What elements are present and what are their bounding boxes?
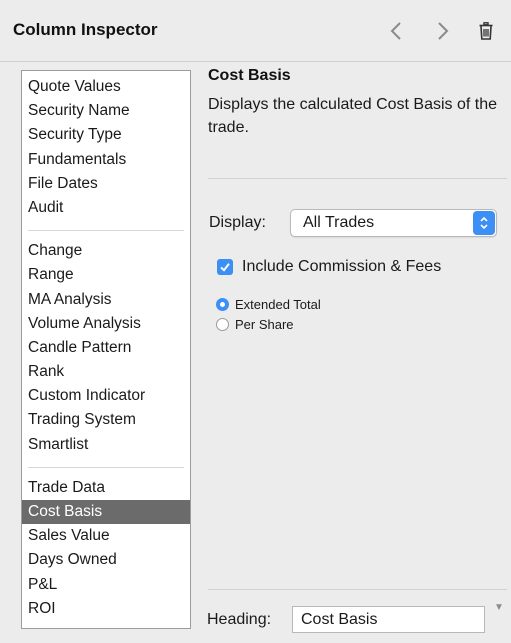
list-divider (28, 466, 184, 468)
list-item[interactable]: Rank (22, 360, 190, 384)
list-item[interactable]: Trading System (22, 408, 190, 432)
list-divider (28, 230, 184, 232)
divider (208, 178, 507, 179)
column-description: Displays the calculated Cost Basis of th… (208, 96, 498, 136)
list-item[interactable]: Audit (22, 196, 190, 220)
divider (208, 589, 507, 590)
list-item[interactable]: Quote Values (22, 75, 190, 99)
radio-extended-total[interactable]: Extended Total (216, 297, 321, 312)
list-item[interactable]: Range (22, 263, 190, 287)
chevron-left-icon[interactable] (381, 14, 411, 48)
window-title: Column Inspector (13, 20, 158, 39)
list-item[interactable]: ROI (22, 597, 190, 621)
display-label: Display: (209, 214, 266, 231)
column-title: Cost Basis (208, 67, 291, 84)
column-group-analysis: Change Range MA Analysis Volume Analysis… (22, 239, 190, 457)
heading-dropdown-arrow-icon[interactable]: ▼ (494, 602, 504, 613)
up-down-chevron-icon (473, 211, 495, 235)
list-item[interactable]: Candle Pattern (22, 336, 190, 360)
checkmark-icon (217, 259, 233, 275)
radio-label: Per Share (235, 317, 294, 332)
list-item[interactable]: File Dates (22, 172, 190, 196)
include-fees-checkbox[interactable]: Include Commission & Fees (217, 258, 441, 276)
heading-input[interactable] (292, 606, 485, 633)
inspector-header: Column Inspector (0, 0, 511, 62)
display-select-value: All Trades (303, 214, 375, 231)
column-list[interactable]: Quote Values Security Name Security Type… (21, 70, 191, 629)
radio-label: Extended Total (235, 297, 321, 312)
radio-selected-icon (216, 298, 229, 311)
trash-icon[interactable] (471, 14, 501, 48)
list-item[interactable]: Volume Analysis (22, 312, 190, 336)
list-item[interactable]: Change (22, 239, 190, 263)
radio-per-share[interactable]: Per Share (216, 317, 294, 332)
heading-label: Heading: (207, 611, 272, 628)
list-item[interactable]: Custom Indicator (22, 384, 190, 408)
radio-unselected-icon (216, 318, 229, 331)
list-item[interactable]: Days Owned (22, 548, 190, 572)
list-item[interactable]: Smartlist (22, 433, 190, 457)
display-select[interactable]: All Trades (290, 209, 497, 237)
list-item[interactable]: Sales Value (22, 524, 190, 548)
list-item[interactable]: MA Analysis (22, 288, 190, 312)
list-item[interactable]: Security Type (22, 123, 190, 147)
list-item[interactable]: Security Name (22, 99, 190, 123)
include-fees-label: Include Commission & Fees (242, 258, 442, 275)
list-item[interactable]: P&L (22, 573, 190, 597)
column-group-trade: Trade Data Cost Basis Sales Value Days O… (22, 476, 190, 621)
chevron-right-icon[interactable] (428, 14, 458, 48)
list-item[interactable]: Fundamentals (22, 148, 190, 172)
list-item[interactable]: Trade Data (22, 476, 190, 500)
column-group-quote: Quote Values Security Name Security Type… (22, 75, 190, 220)
list-item-selected[interactable]: Cost Basis (22, 500, 190, 525)
